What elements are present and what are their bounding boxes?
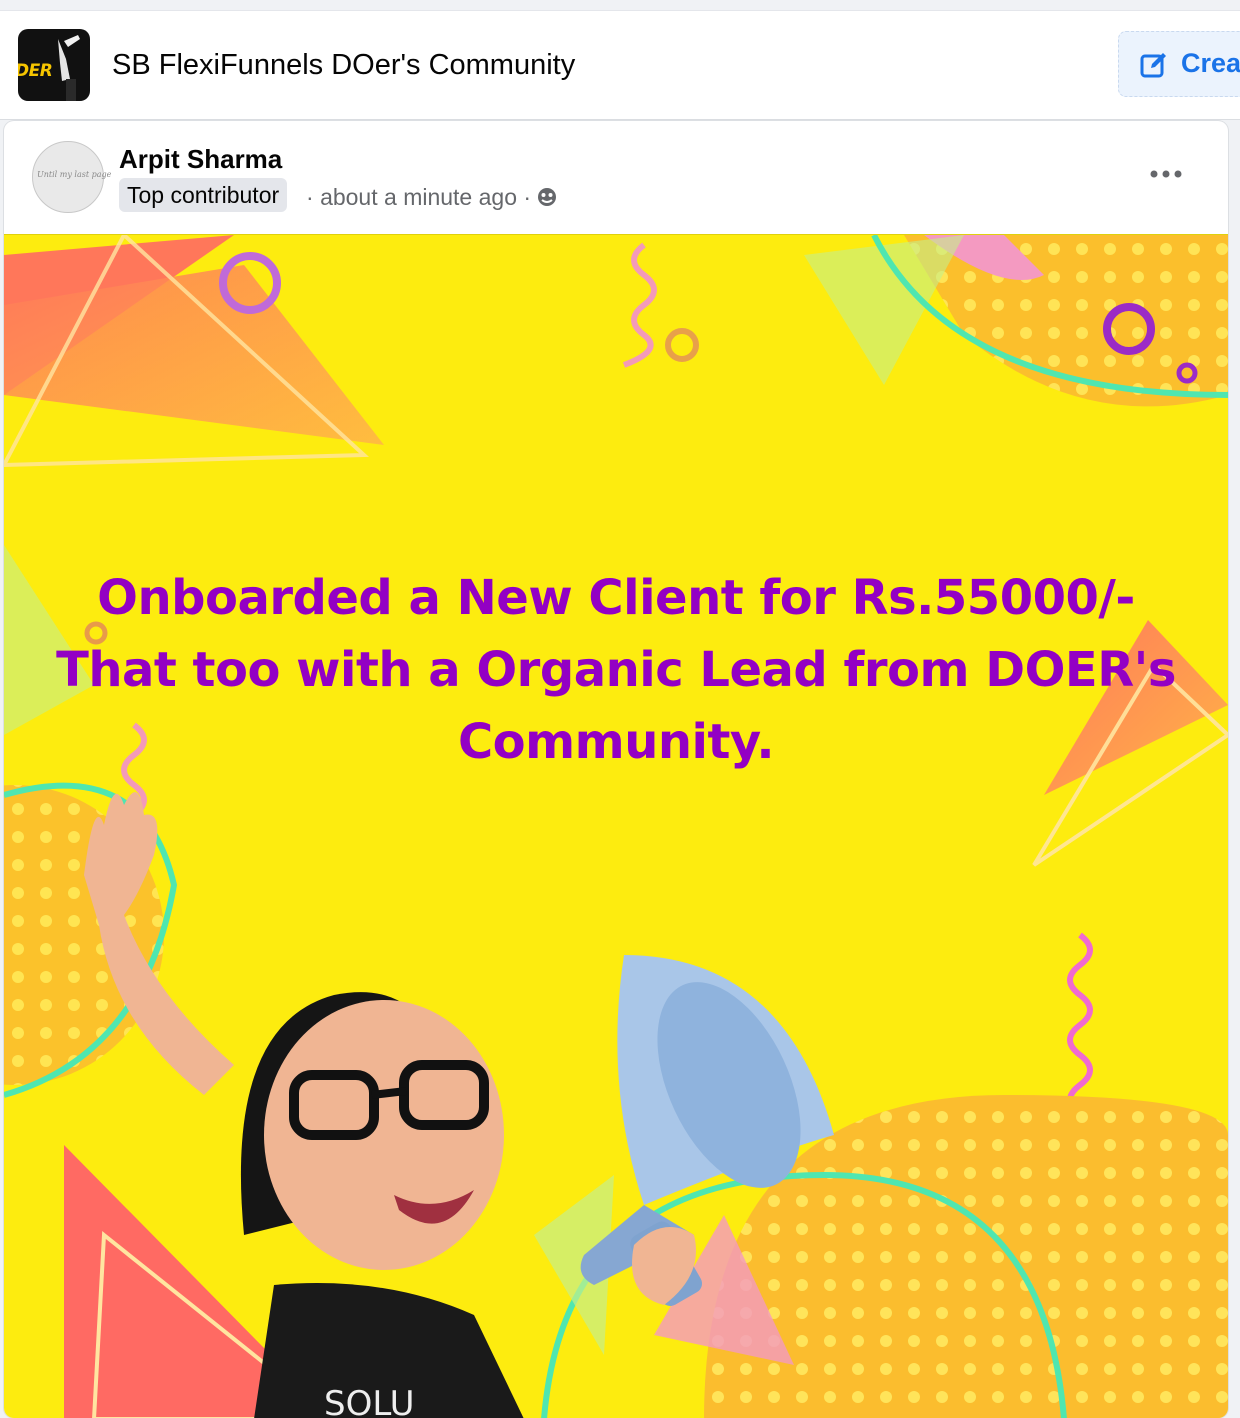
meta-separator: ·	[523, 184, 532, 210]
author-name[interactable]: Arpit Sharma	[119, 144, 282, 175]
group-logo[interactable]: DER	[18, 29, 90, 101]
shirt-text: SOLU	[324, 1384, 414, 1418]
post-meta: · about a minute ago ·	[306, 184, 557, 211]
post-image[interactable]: SOLU Onboarded a New Client for Rs.55000…	[4, 234, 1228, 1418]
create-button-label: Crea	[1181, 48, 1240, 78]
meta-separator: ·	[306, 184, 314, 210]
headline-line-3: Community.	[457, 714, 775, 770]
post-card: Until my last page Arpit Sharma Top cont…	[4, 121, 1228, 1418]
headline-line-1: Onboarded a New Client for Rs.55000/-	[97, 570, 1135, 626]
create-button[interactable]: Crea	[1118, 31, 1240, 97]
group-title[interactable]: SB FlexiFunnels DOer's Community	[112, 49, 575, 82]
post-headline: Onboarded a New Client for Rs.55000/- Th…	[4, 562, 1228, 778]
top-contributor-badge[interactable]: Top contributor	[119, 178, 288, 212]
post-image-background: SOLU	[4, 235, 1228, 1418]
group-header: DER SB FlexiFunnels DOer's Community Cre…	[0, 11, 1240, 120]
globe-icon[interactable]	[537, 187, 557, 207]
post-time[interactable]: about a minute ago	[320, 184, 517, 210]
headline-line-2: That too with a Organic Lead from DOER's	[56, 642, 1176, 698]
logo-text: DER	[18, 61, 53, 81]
top-edge	[0, 0, 1240, 11]
more-options-icon[interactable]	[1146, 161, 1186, 187]
create-edit-icon	[1140, 53, 1166, 78]
avatar-scribble: Until my last page	[37, 170, 112, 179]
avatar[interactable]: Until my last page	[32, 141, 111, 213]
